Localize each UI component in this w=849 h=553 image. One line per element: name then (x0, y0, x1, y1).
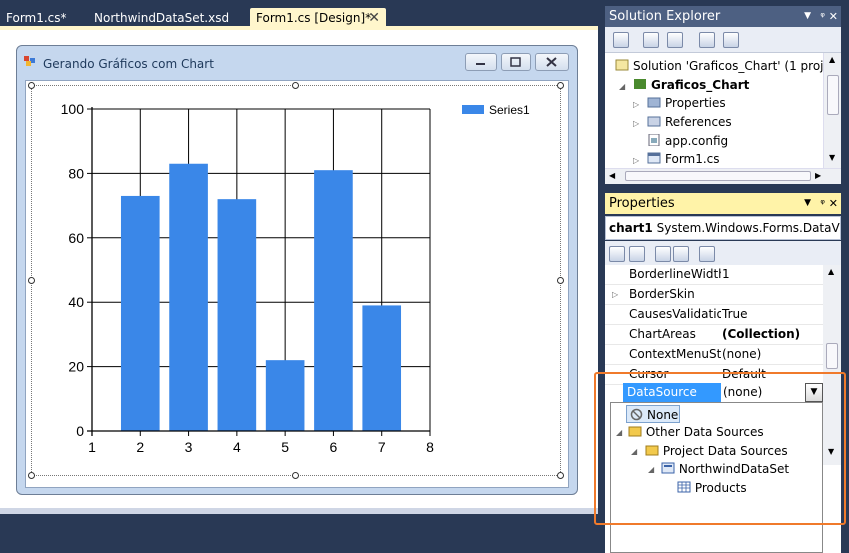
alphabetical-icon[interactable] (629, 246, 645, 262)
object-type: System.Windows.Forms.DataVisualization.C… (656, 221, 840, 235)
object-name: chart1 (609, 221, 653, 235)
object-selector[interactable]: chart1 System.Windows.Forms.DataVisualiz… (605, 216, 841, 240)
panel-title-text: Solution Explorer (609, 9, 721, 24)
x-tick-label: 2 (136, 439, 144, 455)
tree-item-properties[interactable]: Properties (647, 94, 726, 112)
scroll-down-icon[interactable]: ▼ (829, 153, 835, 162)
property-pages-icon[interactable] (699, 246, 715, 262)
horizontal-scrollbar[interactable]: ◀ ▶ (605, 168, 841, 184)
property-row[interactable]: ▷ BorderSkin (605, 285, 823, 305)
properties-icon[interactable] (613, 32, 629, 48)
tree-item-references[interactable]: References (647, 113, 732, 131)
property-row[interactable]: BorderlineWidth 1 (605, 265, 823, 285)
collapse-icon[interactable]: ▷ (633, 119, 639, 128)
dropdown-icon[interactable]: ▼ (804, 6, 811, 27)
scroll-thumb[interactable] (827, 75, 839, 115)
y-tick-label: 20 (68, 359, 84, 375)
x-tick-label: 1 (88, 439, 96, 455)
view-designer-icon[interactable] (723, 32, 739, 48)
close-icon[interactable]: ✕ (829, 193, 838, 214)
y-tick-label: 40 (68, 294, 84, 310)
tree-item-app-config[interactable]: app.config (647, 132, 728, 150)
x-tick-label: 4 (233, 439, 241, 455)
properties-icon[interactable] (655, 246, 671, 262)
x-tick-label: 8 (426, 439, 434, 455)
tree-item-solution[interactable]: Solution 'Graficos_Chart' (1 project) (615, 57, 841, 75)
close-icon[interactable]: ✕ (829, 6, 838, 27)
chart-bar (362, 305, 402, 431)
show-all-files-icon[interactable] (643, 32, 659, 48)
expand-icon[interactable]: ◢ (619, 82, 625, 91)
chart-bar (120, 195, 160, 431)
chart-bar (217, 199, 257, 431)
legend-swatch (462, 105, 484, 114)
x-tick-label: 7 (378, 439, 386, 455)
scroll-thumb[interactable] (625, 171, 811, 181)
form-icon (647, 152, 661, 164)
expand-icon[interactable]: ▷ (612, 285, 618, 304)
legend-label: Series1 (489, 103, 530, 117)
csharp-project-icon (634, 79, 646, 89)
y-tick-label: 0 (76, 423, 84, 439)
highlight-annotation (594, 372, 846, 525)
x-tick-label: 6 (330, 439, 338, 455)
chart-control[interactable]: 0 20 40 60 80 100 1 2 3 4 5 6 7 8 Series1 (0, 0, 600, 500)
scroll-up-icon[interactable]: ▲ (829, 55, 835, 64)
vertical-scrollbar[interactable]: ▲ ▼ (823, 53, 841, 168)
scroll-right-icon[interactable]: ▶ (815, 171, 821, 180)
y-tick-label: 60 (68, 230, 84, 246)
y-tick-label: 80 (68, 165, 84, 181)
property-row[interactable]: CausesValidation True (605, 305, 823, 325)
events-icon[interactable] (673, 246, 689, 262)
solution-tree: Solution 'Graficos_Chart' (1 project) ◢ … (605, 53, 841, 168)
chart-bar (169, 163, 208, 432)
y-tick-label: 100 (61, 101, 85, 117)
dropdown-icon[interactable]: ▼ (804, 193, 811, 214)
solution-icon (615, 59, 629, 71)
properties-toolbar (605, 241, 841, 265)
collapse-icon[interactable]: ▷ (633, 156, 639, 165)
property-row[interactable]: ChartAreas (Collection) (605, 325, 823, 345)
config-file-icon (648, 134, 660, 146)
solution-explorer-toolbar (605, 27, 841, 53)
properties-panel-title: Properties ▼ ᵠ ✕ (605, 193, 841, 214)
pin-icon[interactable]: ᵠ (820, 193, 825, 214)
collapse-icon[interactable]: ▷ (633, 100, 639, 109)
solution-explorer-title: Solution Explorer ▼ ᵠ ✕ (605, 6, 841, 27)
pin-icon[interactable]: ᵠ (820, 6, 825, 27)
refresh-icon[interactable] (667, 32, 683, 48)
scroll-up-icon[interactable]: ▲ (828, 267, 834, 276)
chart-bar (314, 170, 353, 431)
tree-item-form1[interactable]: Form1.cs (647, 150, 720, 168)
properties-folder-icon (647, 97, 661, 108)
designer-footer (0, 508, 598, 514)
view-code-icon[interactable] (699, 32, 715, 48)
x-tick-label: 5 (281, 439, 289, 455)
tree-item-project[interactable]: Graficos_Chart (633, 76, 749, 94)
chart-bar (265, 360, 305, 431)
categorized-icon[interactable] (609, 246, 625, 262)
property-row[interactable]: ContextMenuStrip (none) (605, 345, 823, 365)
scroll-thumb[interactable] (826, 343, 838, 369)
scroll-left-icon[interactable]: ◀ (609, 171, 615, 180)
references-icon (647, 116, 661, 127)
panel-title-text: Properties (609, 196, 675, 211)
x-tick-label: 3 (185, 439, 193, 455)
